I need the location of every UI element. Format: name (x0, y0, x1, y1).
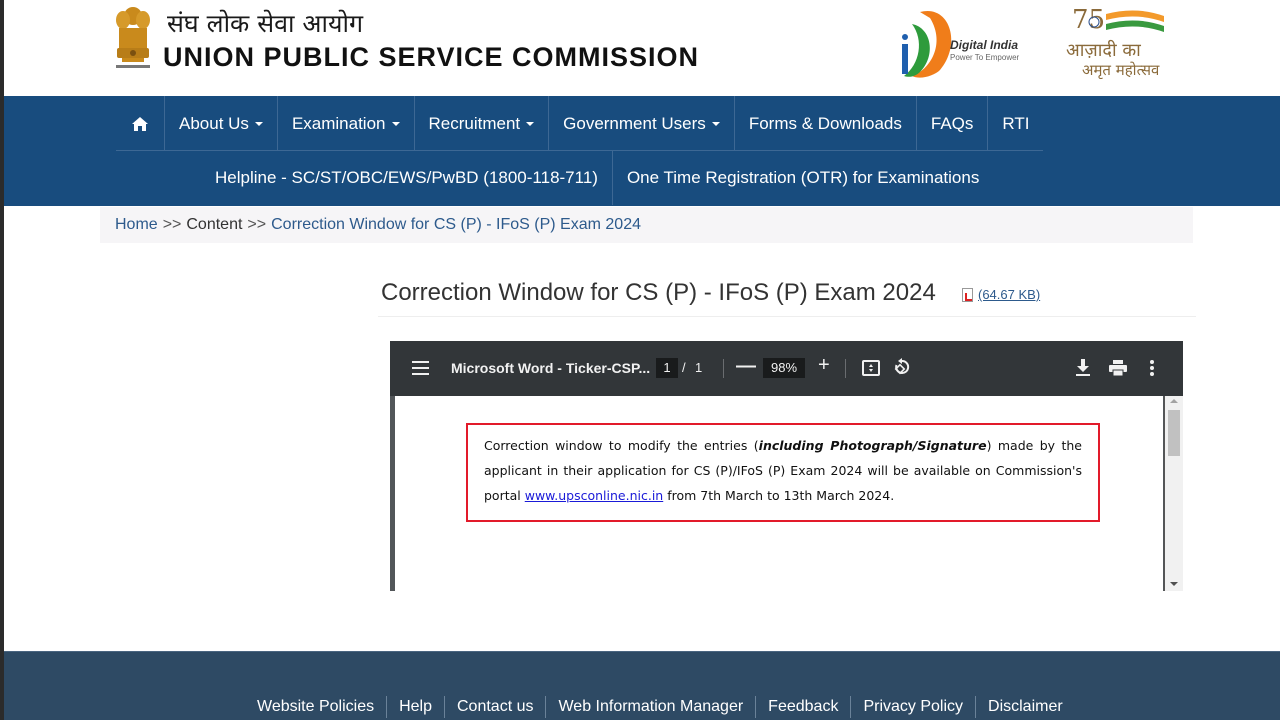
footer-link-disclaimer[interactable]: Disclaimer (975, 696, 1075, 718)
footer-links: Website Policies Help Contact us Web Inf… (245, 696, 1075, 718)
page-number-input[interactable]: 1 (656, 358, 678, 378)
footer-link-website-policies[interactable]: Website Policies (245, 696, 386, 718)
page-title: Correction Window for CS (P) - IFoS (P) … (381, 279, 936, 306)
download-icon[interactable] (1075, 359, 1091, 377)
digital-india-tagline: Power To Empower (950, 53, 1020, 62)
pdf-document-area: Correction window to modify the entries … (390, 396, 1183, 591)
scroll-down-arrow-icon[interactable] (1170, 582, 1178, 586)
national-emblem-icon (116, 7, 150, 68)
nav-row-primary: About Us Examination Recruitment Governm… (116, 96, 1044, 151)
nav-government-users[interactable]: Government Users (549, 96, 735, 151)
pdf-page: Correction window to modify the entries … (395, 396, 1163, 591)
digital-india-title: Digital India (950, 38, 1019, 52)
nav-examination[interactable]: Examination (278, 96, 415, 151)
nav-faqs[interactable]: FAQs (917, 96, 989, 151)
nav-otr[interactable]: One Time Registration (OTR) for Examinat… (611, 151, 993, 205)
footer-link-help[interactable]: Help (386, 696, 444, 718)
azadi-line2: अमृत महोत्सव (1082, 61, 1160, 79)
title-divider (378, 316, 1196, 317)
pdf-file-icon (962, 287, 973, 302)
english-title: UNION PUBLIC SERVICE COMMISSION (163, 42, 700, 72)
breadcrumb-content: Content (186, 216, 243, 233)
footer-link-privacy-policy[interactable]: Privacy Policy (850, 696, 975, 718)
svg-text:75: 75 (1072, 5, 1105, 35)
breadcrumb: Home >> Content >> Correction Window for… (100, 207, 1193, 243)
home-icon (132, 116, 148, 131)
hindi-title: संघ लोक सेवा आयोग (167, 9, 364, 38)
nav-label: Forms & Downloads (748, 113, 902, 133)
nav-helpline[interactable]: Helpline - SC/ST/OBC/EWS/PwBD (1800-118-… (201, 151, 612, 205)
caret-down-icon (526, 121, 535, 126)
notice-box: Correction window to modify the entries … (466, 423, 1100, 522)
notice-text: from 7th March to 13th March 2024. (663, 488, 895, 503)
pdf-scrollbar[interactable] (1164, 396, 1183, 591)
nav-recruitment[interactable]: Recruitment (415, 96, 550, 151)
print-icon[interactable] (1109, 360, 1127, 376)
site-footer: Website Policies Help Contact us Web Inf… (4, 651, 1280, 720)
nav-label: About Us (179, 113, 249, 133)
footer-link-web-information-manager[interactable]: Web Information Manager (545, 696, 755, 718)
nav-label: Government Users (563, 113, 706, 133)
toolbar-divider (723, 359, 724, 378)
menu-icon[interactable] (412, 361, 429, 375)
nav-row-secondary: Helpline - SC/ST/OBC/EWS/PwBD (1800-118-… (201, 151, 993, 205)
zoom-out-button[interactable]: — (736, 355, 756, 378)
notice-emphasis: including Photograph/Signature (758, 438, 987, 453)
pdf-download-link[interactable]: (64.67 KB) (962, 287, 1040, 302)
breadcrumb-home[interactable]: Home (115, 216, 158, 234)
toolbar-divider (845, 359, 846, 378)
nav-rti[interactable]: RTI (988, 96, 1043, 151)
file-size: (64.67 KB) (978, 287, 1041, 302)
nav-label: FAQs (930, 113, 974, 133)
pdf-viewer: Microsoft Word - Ticker-CSP... 1 / 1 — 9… (390, 341, 1183, 591)
nav-about-us[interactable]: About Us (165, 96, 278, 151)
rotate-icon[interactable] (893, 358, 911, 376)
caret-down-icon (711, 121, 720, 126)
pdf-document-title: Microsoft Word - Ticker-CSP... (451, 360, 651, 376)
portal-link[interactable]: www.upsconline.nic.in (525, 488, 663, 503)
scroll-thumb[interactable] (1168, 410, 1180, 456)
pdf-toolbar: Microsoft Word - Ticker-CSP... 1 / 1 — 9… (390, 341, 1183, 396)
breadcrumb-current[interactable]: Correction Window for CS (P) - IFoS (P) … (271, 216, 641, 234)
main-navigation: About Us Examination Recruitment Governm… (4, 96, 1280, 206)
footer-link-contact-us[interactable]: Contact us (444, 696, 545, 718)
azadi-line1: आज़ादी का (1066, 40, 1141, 61)
caret-down-icon (391, 121, 400, 126)
notice-text: Correction window to modify the entries … (484, 438, 759, 453)
breadcrumb-separator: >> (247, 216, 267, 233)
nav-forms-downloads[interactable]: Forms & Downloads (735, 96, 917, 151)
zoom-in-button[interactable]: + (818, 354, 830, 377)
more-options-icon[interactable] (1150, 360, 1154, 376)
nav-label: Recruitment (428, 113, 521, 133)
scroll-up-arrow-icon[interactable] (1170, 399, 1178, 403)
zoom-level-input[interactable]: 98% (763, 358, 805, 378)
site-header: संघ लोक सेवा आयोग UNION PUBLIC SERVICE C… (4, 0, 1280, 96)
caret-down-icon (254, 121, 263, 126)
breadcrumb-separator: >> (162, 216, 182, 233)
page-total: 1 (695, 360, 703, 375)
nav-home[interactable] (116, 96, 165, 151)
nav-label: RTI (1002, 113, 1030, 133)
footer-link-feedback[interactable]: Feedback (755, 696, 850, 718)
page-separator: / (682, 360, 686, 375)
nav-label: Examination (291, 113, 386, 133)
fit-to-page-icon[interactable] (862, 360, 880, 376)
window-edge (0, 0, 4, 720)
